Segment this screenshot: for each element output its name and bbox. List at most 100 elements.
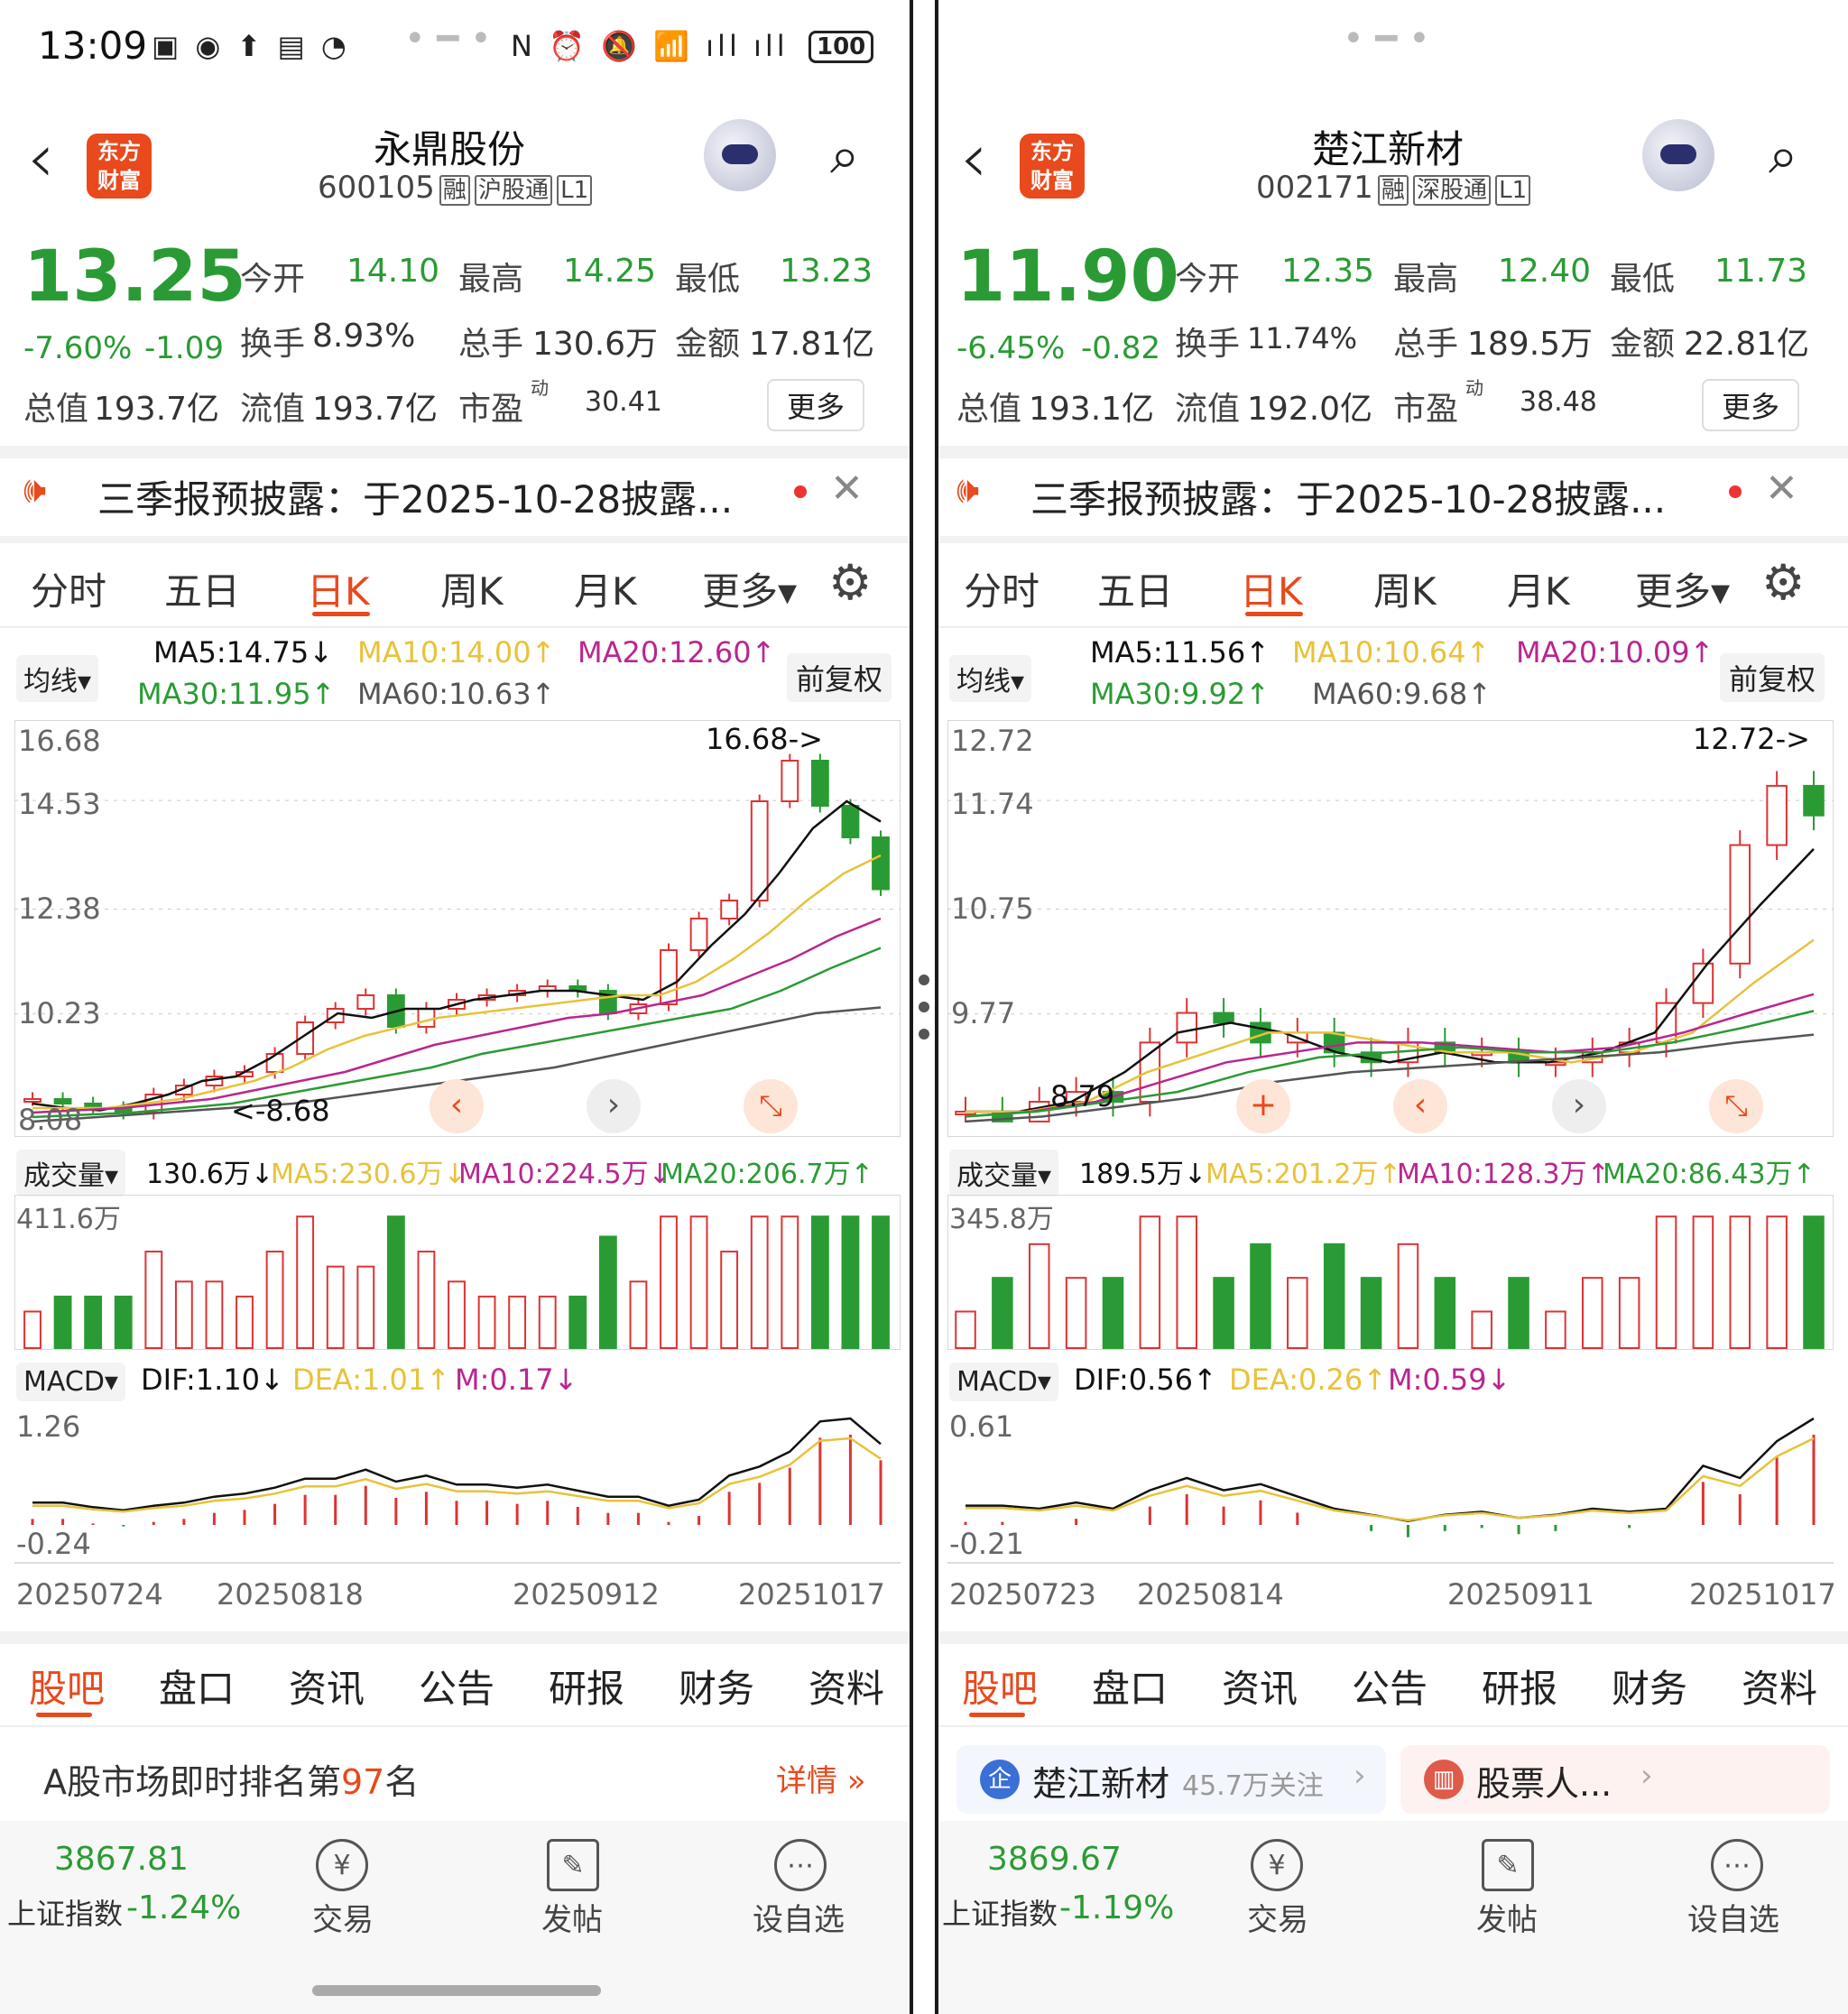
ma30-legend: MA30:9.92↑ bbox=[1090, 677, 1270, 711]
tab-more[interactable]: 更多▾ bbox=[1635, 561, 1730, 616]
chevron-left-icon[interactable]: ‹ bbox=[1393, 1079, 1447, 1133]
tab-finance[interactable]: 财务 bbox=[1612, 1658, 1687, 1714]
ma-select[interactable]: 均线▾ bbox=[949, 655, 1032, 702]
tab-daily-k[interactable]: 日K bbox=[307, 561, 370, 616]
trade-label[interactable]: 交易 bbox=[312, 1895, 374, 1939]
adjust-select[interactable]: 前复权 bbox=[1720, 653, 1825, 702]
post-label[interactable]: 发帖 bbox=[541, 1895, 603, 1939]
company-card[interactable]: 企 楚江新材 45.7万关注 › bbox=[956, 1745, 1386, 1814]
high-value: 14.25 bbox=[563, 253, 657, 290]
ma-select[interactable]: 均线▾ bbox=[16, 655, 99, 702]
tab-profile[interactable]: 资料 bbox=[808, 1658, 884, 1714]
tab-weekly-k[interactable]: 周K bbox=[440, 561, 504, 616]
home-indicator[interactable] bbox=[312, 1985, 601, 1996]
back-icon[interactable]: ‹ bbox=[960, 117, 987, 198]
adjust-select[interactable]: 前复权 bbox=[787, 653, 892, 702]
volume-bar bbox=[1397, 1243, 1419, 1350]
y-label-top: 16.68 bbox=[18, 724, 101, 758]
tab-profile[interactable]: 资料 bbox=[1742, 1658, 1817, 1714]
post-edit-icon[interactable]: ✎ bbox=[1482, 1839, 1534, 1891]
add-watchlist-icon[interactable]: ⋯ bbox=[1711, 1839, 1763, 1891]
split-handle-dot[interactable] bbox=[919, 1002, 929, 1012]
mktcap-value: 193.1亿 bbox=[1029, 391, 1155, 428]
candlestick-chart[interactable] bbox=[14, 720, 901, 1137]
multiwindow-dots-icon[interactable]: • ━ • bbox=[404, 18, 492, 60]
rank-detail-link[interactable]: 详情 » bbox=[776, 1756, 866, 1800]
add-watchlist-label[interactable]: 设自选 bbox=[1687, 1895, 1779, 1939]
add-watchlist-label[interactable]: 设自选 bbox=[753, 1895, 845, 1939]
trade-yen-icon[interactable]: ¥ bbox=[1251, 1839, 1303, 1891]
volume-bar bbox=[53, 1295, 72, 1349]
collapse-arrows-icon[interactable]: ⤡ bbox=[1709, 1079, 1763, 1133]
trade-label[interactable]: 交易 bbox=[1247, 1895, 1308, 1939]
tab-monthly-k[interactable]: 月K bbox=[574, 561, 637, 616]
split-handle-dot[interactable] bbox=[919, 975, 929, 985]
tab-news[interactable]: 资讯 bbox=[289, 1658, 365, 1714]
macd-dea: DEA:0.26↑ bbox=[1229, 1363, 1388, 1397]
index-value[interactable]: 3869.67 bbox=[987, 1841, 1122, 1878]
tab-guba[interactable]: 股吧 bbox=[962, 1658, 1038, 1714]
notice-text[interactable]: 三季报预披露：于2025-10-28披露... bbox=[1030, 469, 1666, 524]
volume-now: 130.6万↓ bbox=[146, 1159, 274, 1190]
candle bbox=[810, 760, 829, 807]
tab-news[interactable]: 资讯 bbox=[1222, 1658, 1298, 1714]
tab-five-day[interactable]: 五日 bbox=[164, 561, 240, 616]
collapse-arrows-icon[interactable]: ⤡ bbox=[744, 1079, 798, 1133]
trade-yen-icon[interactable]: ¥ bbox=[316, 1839, 368, 1891]
notice-text[interactable]: 三季报预披露：于2025-10-28披露... bbox=[97, 469, 733, 524]
tab-guba[interactable]: 股吧 bbox=[29, 1658, 105, 1714]
settings-gear-icon[interactable]: ⚙ bbox=[1761, 554, 1805, 611]
assistant-avatar-icon[interactable] bbox=[1642, 119, 1714, 191]
plus-icon[interactable]: + bbox=[1236, 1079, 1290, 1133]
search-icon[interactable]: ⌕ bbox=[830, 125, 859, 187]
close-icon[interactable]: ✕ bbox=[830, 466, 864, 512]
tab-intraday[interactable]: 分时 bbox=[31, 561, 106, 616]
tab-intraday[interactable]: 分时 bbox=[964, 561, 1040, 616]
post-edit-icon[interactable]: ✎ bbox=[547, 1839, 599, 1891]
macd-select[interactable]: MACD▾ bbox=[16, 1363, 125, 1401]
tab-weekly-k[interactable]: 周K bbox=[1373, 561, 1437, 616]
turnover-value: 8.93% bbox=[312, 318, 416, 355]
y-label-3: 10.75 bbox=[951, 892, 1034, 926]
tab-more[interactable]: 更多▾ bbox=[702, 561, 797, 616]
more-quote-button[interactable]: 更多 bbox=[1702, 379, 1800, 431]
search-icon[interactable]: ⌕ bbox=[1769, 125, 1797, 187]
volume-chart bbox=[14, 1195, 901, 1350]
volume-select[interactable]: 成交量▾ bbox=[16, 1150, 126, 1196]
split-handle-dot[interactable] bbox=[919, 1029, 929, 1039]
more-quote-button[interactable]: 更多 bbox=[767, 379, 865, 431]
chevron-left-icon[interactable]: ‹ bbox=[430, 1079, 484, 1133]
y-label-2: 11.74 bbox=[951, 787, 1034, 821]
market-rank[interactable]: A股市场即时排名第97名 bbox=[43, 1754, 419, 1804]
tab-monthly-k[interactable]: 月K bbox=[1507, 561, 1570, 616]
volume-bar bbox=[538, 1295, 557, 1349]
candlestick-chart[interactable] bbox=[947, 720, 1834, 1137]
tab-finance[interactable]: 财务 bbox=[679, 1658, 754, 1714]
tab-daily-k[interactable]: 日K bbox=[1240, 561, 1303, 616]
index-value[interactable]: 3867.81 bbox=[54, 1841, 189, 1878]
volume-select[interactable]: 成交量▾ bbox=[949, 1150, 1059, 1196]
chevron-right-icon[interactable]: › bbox=[1552, 1079, 1606, 1133]
add-watchlist-icon[interactable]: ⋯ bbox=[774, 1839, 827, 1891]
tab-research[interactable]: 研报 bbox=[1482, 1658, 1557, 1714]
chevron-right-icon[interactable]: › bbox=[587, 1079, 641, 1133]
back-icon[interactable]: ‹ bbox=[27, 117, 54, 198]
post-label[interactable]: 发帖 bbox=[1476, 1895, 1538, 1939]
stock-people-card[interactable]: ▥ 股票人... › bbox=[1400, 1745, 1830, 1814]
macd-select[interactable]: MACD▾ bbox=[949, 1363, 1058, 1401]
tab-announcements[interactable]: 公告 bbox=[1352, 1658, 1428, 1714]
candle bbox=[689, 918, 708, 951]
settings-gear-icon[interactable]: ⚙ bbox=[828, 554, 872, 611]
tab-pankou[interactable]: 盘口 bbox=[159, 1658, 235, 1714]
multiwindow-dots-icon[interactable]: • ━ • bbox=[1343, 18, 1430, 60]
volume-bar bbox=[296, 1215, 315, 1350]
candle bbox=[1176, 1012, 1197, 1044]
tab-pankou[interactable]: 盘口 bbox=[1092, 1658, 1168, 1714]
tab-five-day[interactable]: 五日 bbox=[1097, 561, 1173, 616]
volume-bar bbox=[781, 1215, 799, 1350]
assistant-avatar-icon[interactable] bbox=[704, 119, 776, 191]
tab-research[interactable]: 研报 bbox=[549, 1658, 624, 1714]
volume-bar bbox=[1692, 1215, 1714, 1350]
tab-announcements[interactable]: 公告 bbox=[419, 1658, 494, 1714]
close-icon[interactable]: ✕ bbox=[1765, 466, 1798, 512]
